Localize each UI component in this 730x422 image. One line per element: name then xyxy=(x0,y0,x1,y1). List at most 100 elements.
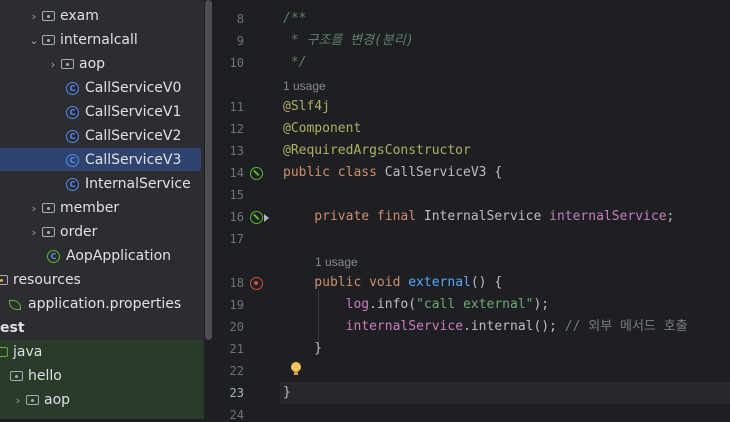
class-icon: C xyxy=(66,129,79,143)
keyword-token: public void xyxy=(283,275,409,290)
tree-item-label: internalcall xyxy=(60,32,138,48)
code-line-8: /** xyxy=(283,11,307,26)
tree-item-internalservice[interactable]: C InternalService xyxy=(66,172,191,196)
chevron-right-icon[interactable]: › xyxy=(45,58,61,71)
tree-item-callservicev3[interactable]: C CallServiceV3 xyxy=(66,148,181,172)
tree-item-test[interactable]: est xyxy=(0,316,25,340)
code-line-13: @RequiredArgsConstructor xyxy=(283,143,471,158)
tree-item-label: member xyxy=(60,200,120,216)
line-number: 19 xyxy=(229,298,244,312)
package-folder-icon xyxy=(61,59,74,69)
code-line-19: log.info("call external"); xyxy=(283,294,550,316)
code-line-11: @Slf4j xyxy=(283,99,330,114)
tree-item-java[interactable]: java xyxy=(0,340,42,364)
tree-item-internalcall[interactable]: ⌄ internalcall xyxy=(26,28,138,52)
line-number: 11 xyxy=(229,100,244,114)
code-editor[interactable]: /** * 구조를 변경(분리) */ 1 usage @Slf4j @Comp… xyxy=(280,0,730,419)
keyword-token: public class xyxy=(283,165,385,180)
field-token: internalService xyxy=(549,209,667,224)
line-number: 17 xyxy=(229,232,244,246)
code-line-23: } xyxy=(283,385,291,400)
tree-item-aop-test[interactable]: › aop xyxy=(10,388,70,412)
chevron-right-icon[interactable]: › xyxy=(26,202,42,215)
tree-item-label: CallServiceV0 xyxy=(85,80,182,96)
tree-item-callservicev1[interactable]: C CallServiceV1 xyxy=(66,100,181,124)
tree-item-label: CallServiceV3 xyxy=(85,152,182,168)
tree-item-label: application.properties xyxy=(28,296,182,312)
comment-token: // 외부 메서드 호출 xyxy=(564,319,688,334)
project-tree-panel: › exam ⌄ internalcall › aop C CallServic… xyxy=(0,0,204,419)
code-line-9: * 구조를 변경(분리) xyxy=(283,33,414,48)
aspect-advice-gutter-icon[interactable] xyxy=(250,277,263,290)
class-icon: C xyxy=(66,153,79,167)
spring-boot-class-icon: C xyxy=(47,249,60,263)
field-token: log xyxy=(345,297,370,312)
line-number: 22 xyxy=(229,364,244,378)
string-token: "call external" xyxy=(416,297,534,312)
package-folder-icon xyxy=(42,11,55,21)
line-number: 12 xyxy=(229,122,244,136)
chevron-right-icon[interactable]: › xyxy=(26,10,42,23)
line-number: 14 xyxy=(229,166,244,180)
tree-item-callservicev0[interactable]: C CallServiceV0 xyxy=(66,76,181,100)
line-number: 9 xyxy=(236,34,244,48)
punct-token: ); xyxy=(533,297,550,312)
code-line-16: private final InternalService internalSe… xyxy=(283,206,674,228)
current-line-highlight xyxy=(280,382,730,404)
tree-item-label: order xyxy=(60,224,98,240)
resources-folder-icon xyxy=(0,275,8,285)
tree-item-label: aop xyxy=(79,56,106,72)
class-icon: C xyxy=(66,81,79,95)
tree-item-application-properties[interactable]: application.properties xyxy=(8,292,181,316)
line-number: 15 xyxy=(229,188,244,202)
tree-item-label: AopApplication xyxy=(66,248,172,264)
chevron-right-icon[interactable]: › xyxy=(26,226,42,239)
code-line-21: } xyxy=(283,341,323,356)
line-number: 10 xyxy=(229,56,244,70)
call-token: .info( xyxy=(369,297,417,312)
spring-bean-gutter-icon[interactable] xyxy=(250,211,263,224)
line-number: 24 xyxy=(229,408,244,422)
field-token: internalService xyxy=(345,319,464,334)
tree-item-label: java xyxy=(13,344,43,360)
line-number: 23 xyxy=(229,386,244,400)
type-token: InternalService xyxy=(423,209,550,224)
tree-item-label: resources xyxy=(13,272,81,288)
lightbulb-icon[interactable] xyxy=(291,362,301,375)
chevron-down-icon[interactable]: ⌄ xyxy=(26,34,42,47)
test-sources-folder-icon xyxy=(0,347,8,357)
tree-scrollbar[interactable] xyxy=(205,0,212,340)
usage-hint[interactable]: 1 usage xyxy=(315,255,358,269)
code-line-20: internalService.internal(); // 외부 메서드 호출 xyxy=(283,316,688,338)
code-line-18: public void external() { xyxy=(283,272,502,294)
tree-item-member[interactable]: › member xyxy=(26,196,119,220)
class-name-token: CallServiceV3 { xyxy=(384,165,503,180)
tree-item-aopapplication[interactable]: C AopApplication xyxy=(47,244,171,268)
chevron-right-icon[interactable]: › xyxy=(10,394,26,407)
class-icon: C xyxy=(66,177,79,191)
call-token: .internal(); xyxy=(463,319,565,334)
punct-token: () { xyxy=(470,275,503,290)
tree-item-order[interactable]: › order xyxy=(26,220,98,244)
line-number: 13 xyxy=(229,144,244,158)
spring-bean-gutter-icon[interactable] xyxy=(250,167,263,180)
tree-item-label: CallServiceV1 xyxy=(85,104,182,120)
class-icon: C xyxy=(66,105,79,119)
tree-item-resources[interactable]: resources xyxy=(0,268,81,292)
tree-item-exam[interactable]: › exam xyxy=(26,4,99,28)
tree-item-aop[interactable]: › aop xyxy=(45,52,105,76)
line-number: 8 xyxy=(236,12,244,26)
tree-item-hello[interactable]: hello xyxy=(10,364,62,388)
usage-hint[interactable]: 1 usage xyxy=(283,79,326,93)
keyword-token: private final xyxy=(283,209,424,224)
editor-gutter: 8 9 10 11 12 13 14 15 16 17 18 19 20 21 … xyxy=(214,0,280,422)
package-folder-icon xyxy=(42,227,55,237)
indent-token xyxy=(283,319,346,334)
code-line-14: public class CallServiceV3 { xyxy=(283,162,502,184)
navigate-arrow-icon[interactable] xyxy=(264,214,269,222)
tree-item-callservicev2[interactable]: C CallServiceV2 xyxy=(66,124,181,148)
code-line-12: @Component xyxy=(283,121,362,136)
spring-properties-icon xyxy=(8,297,23,311)
tree-item-label: aop xyxy=(44,392,71,408)
line-number: 16 xyxy=(229,210,244,224)
